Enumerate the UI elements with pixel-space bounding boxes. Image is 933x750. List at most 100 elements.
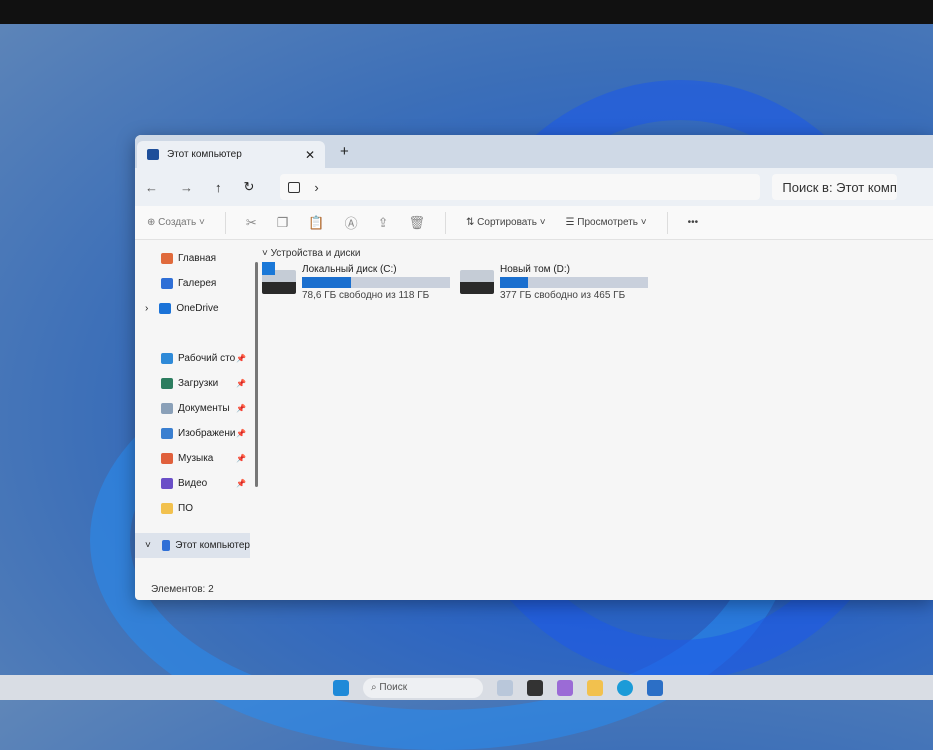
cut-icon[interactable]: ✂ [246,215,257,231]
sidebar-item-label: Загрузки [178,378,219,389]
back-button[interactable]: ← [145,180,158,195]
computer-icon [147,149,159,160]
navigation-bar: ← → ↑ ↻ › Поиск в: Этот компьютер [135,168,933,206]
sidebar-item[interactable]: Документы 📌 [135,396,250,421]
sidebar-item-label: Главная [178,253,217,264]
address-bar[interactable]: › [280,174,761,200]
sidebar-item[interactable]: Главная [135,246,250,271]
gallery-icon [161,278,173,289]
drive-free-space: 377 ГБ свободно из 465 ГБ [500,290,626,301]
sidebar-item[interactable]: Изображени 📌 [135,421,250,446]
sidebar-item[interactable]: ˅ Этот компьютер [135,533,250,558]
sidebar-item[interactable]: ПО [135,496,250,521]
drive-free-space: 78,6 ГБ свободно из 118 ГБ [302,290,430,301]
sidebar-item-label: Музыка [178,453,214,464]
paste-icon[interactable]: 📋 [308,215,324,231]
video-icon [161,478,173,489]
documents-icon [161,403,173,414]
drive-name: Локальный диск (C:) [302,264,397,275]
drive-usage-fill [302,277,351,288]
copilot-icon[interactable] [557,679,573,696]
sidebar-item-label: Документы [178,403,230,414]
up-button[interactable]: ↑ [215,180,222,195]
task-view-icon[interactable] [527,679,543,696]
forward-button[interactable]: → [180,180,193,195]
drive-item[interactable]: Новый том (D:) 377 ГБ свободно из 465 ГБ [460,264,648,301]
sidebar-item-label: ПО [178,503,193,514]
sort-button[interactable]: ⇅ Сортировать ˅ [466,217,546,228]
divider [224,211,226,234]
sidebar-item-label: Изображени [178,428,236,439]
divider [445,211,446,234]
share-icon[interactable]: ⇪ [378,215,389,231]
command-bar: ⊕ Создать ˅ ✂ ❐ 📋 Ⓐ ⇪ 🗑 ⇅ Сортировать ˅ … [135,206,933,240]
computer-icon [288,181,301,193]
drive-usage-bar [302,277,450,288]
sidebar-item[interactable]: › OneDrive [135,296,250,321]
copy-icon[interactable]: ❐ [277,215,289,231]
drive-usage-fill [500,277,529,288]
drive-icon [460,270,494,294]
file-explorer-window: Этот компьютер ✕ + ← → ↑ ↻ › Поиск в: Эт… [135,135,933,600]
new-tab-button[interactable]: + [340,143,349,160]
view-label: Просмотреть [577,217,638,228]
sidebar-item-label: Рабочий сто [178,353,236,364]
navigation-pane: Главная Галерея › OneDrive Рабочий сто 📌 Загру… [135,240,258,578]
sidebar-item[interactable]: Загрузки 📌 [135,371,250,396]
folder-icon [161,503,173,514]
desktop-icon [161,353,173,364]
screen-bezel [0,0,933,24]
drive-icon [262,262,296,294]
refresh-button[interactable]: ↻ [244,179,255,195]
sidebar-item-label: Галерея [178,278,217,289]
search-input[interactable]: Поиск в: Этот компьютер [772,174,898,200]
more-options-button[interactable]: ••• [688,217,699,228]
taskbar-search-label: Поиск [379,681,408,693]
close-tab-icon[interactable]: ✕ [305,148,315,162]
sidebar-item[interactable]: Галерея [135,271,250,296]
tab-bar: Этот компьютер ✕ + [135,135,933,168]
sidebar-item[interactable]: Рабочий сто 📌 [135,346,250,371]
group-title: Устройства и диски [270,248,361,259]
edge-icon[interactable] [617,679,633,696]
windows-logo-icon [262,262,275,275]
status-item-count: Элементов: 2 [151,584,214,595]
pin-icon: 📌 [236,479,246,488]
cloud-icon [159,303,172,314]
pin-icon: 📌 [236,454,246,463]
rename-icon[interactable]: Ⓐ [345,213,358,232]
sidebar-item[interactable]: Музыка 📌 [135,446,250,471]
tab-this-pc[interactable]: Этот компьютер ✕ [137,141,325,168]
expand-chevron-icon[interactable]: › [145,303,148,314]
start-icon[interactable] [333,679,349,696]
music-icon [161,453,173,464]
widgets-icon[interactable] [497,679,513,696]
pictures-icon [161,428,173,439]
divider [666,211,668,234]
taskbar-search[interactable]: ⌕ Поиск [363,677,483,698]
pin-icon: 📌 [236,354,246,363]
file-explorer-icon[interactable] [587,679,603,696]
view-button[interactable]: ☰ Просмотреть ˅ [566,217,647,228]
drive-usage-bar [500,277,648,288]
search-placeholder: Поиск в: Этот компьютер [782,179,897,195]
drive-name: Новый том (D:) [500,264,570,275]
download-icon [161,378,173,389]
sidebar-item-label: OneDrive [176,303,219,314]
content-area: ˅ Устройства и диски Локальный диск (C:)… [250,240,933,578]
breadcrumb-chevron-icon[interactable]: › [314,180,318,195]
create-button[interactable]: ⊕ Создать ˅ [147,217,205,228]
sidebar-item[interactable]: Видео 📌 [135,471,250,496]
delete-icon[interactable]: 🗑 [408,215,425,231]
pin-icon: 📌 [236,429,246,438]
drive-item[interactable]: Локальный диск (C:) 78,6 ГБ свободно из … [262,262,450,301]
expand-chevron-icon[interactable]: ˅ [145,540,151,551]
create-label: Создать [158,217,197,228]
computer-icon [161,540,171,551]
home-icon [161,253,173,264]
sort-label: Сортировать [477,217,537,228]
store-icon[interactable] [647,679,663,696]
pin-icon: 📌 [236,379,246,388]
tab-title: Этот компьютер [167,149,242,160]
group-header-devices[interactable]: ˅ Устройства и диски [262,248,360,259]
